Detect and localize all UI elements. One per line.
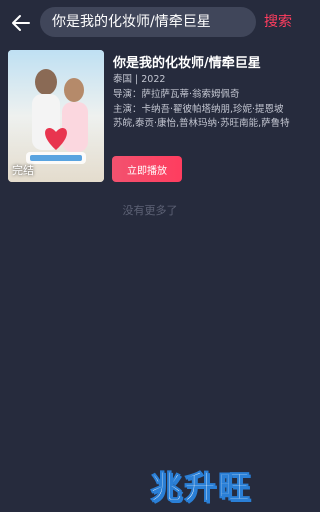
result-cast: 主演：卡纳吾·翟彼帕塔纳朋,珍妮·提恩坡 bbox=[113, 104, 284, 115]
search-button[interactable]: 搜索 bbox=[264, 7, 292, 37]
no-more-text: 没有更多了 bbox=[122, 204, 178, 217]
result-director: 导演：萨拉萨瓦蒂·翁索姆佩奇 bbox=[113, 89, 240, 100]
back-arrow-icon[interactable] bbox=[10, 12, 32, 34]
result-poster[interactable]: 完结 bbox=[8, 50, 104, 182]
result-cast-continued: 苏皖,泰贡·康怡,普林玛纳·苏旺南能,萨鲁特 bbox=[113, 118, 290, 129]
search-input[interactable]: 你是我的化妆师/情牵巨星 bbox=[40, 7, 256, 37]
top-bar: 你是我的化妆师/情牵巨星 搜索 bbox=[0, 0, 300, 46]
watermark-logo: 兆升旺 bbox=[149, 468, 253, 507]
result-meta: 泰国 | 2022 bbox=[113, 74, 166, 85]
status-badge: 完结 bbox=[12, 164, 34, 177]
play-now-button[interactable]: 立即播放 bbox=[112, 156, 182, 182]
result-title[interactable]: 你是我的化妆师/情牵巨星 bbox=[113, 52, 295, 71]
